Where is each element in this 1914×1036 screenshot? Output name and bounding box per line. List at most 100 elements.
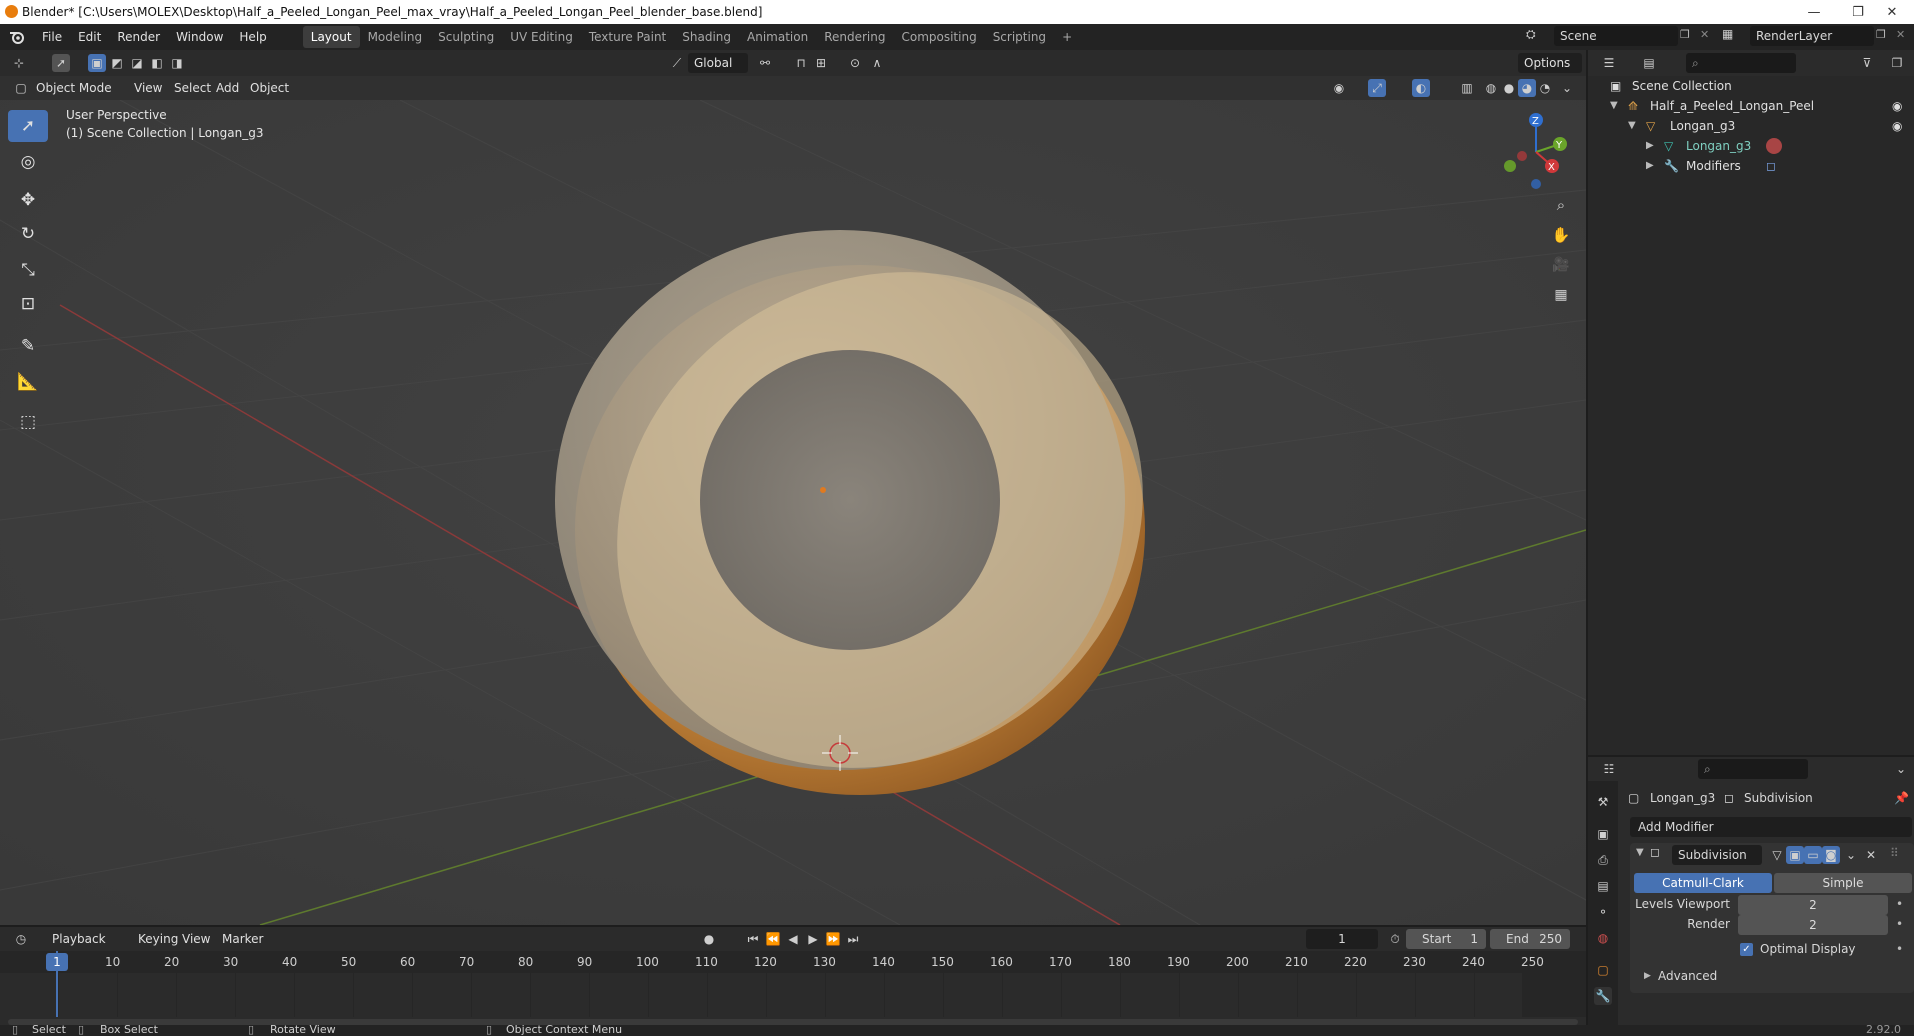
add-modifier-dropdown[interactable]: Add Modifier — [1630, 817, 1912, 837]
stopwatch-icon[interactable]: ⏱ — [1386, 930, 1404, 948]
filter-icon[interactable]: ⊽ — [1858, 54, 1876, 72]
expand-arrow-icon[interactable]: ▼ — [1610, 96, 1618, 116]
tab-shading[interactable]: Shading — [674, 26, 739, 48]
shading-wireframe-icon[interactable]: ◍ — [1482, 79, 1500, 97]
eye-icon[interactable]: ◉ — [1892, 116, 1902, 136]
pan-hand-icon[interactable]: ✋ — [1552, 226, 1571, 244]
close-window-button[interactable]: ✕ — [1870, 0, 1914, 24]
viewport-menu-object[interactable]: Object — [244, 78, 295, 98]
timeline-menu-marker[interactable]: Marker — [216, 929, 269, 949]
output-tab-icon[interactable]: ⎙ — [1594, 851, 1612, 869]
scene-new-icon[interactable]: ❐ — [1680, 28, 1690, 41]
options-dropdown[interactable]: Options — [1518, 53, 1582, 73]
advanced-subpanel-label[interactable]: Advanced — [1658, 969, 1717, 983]
render-layer-remove-icon[interactable]: ✕ — [1896, 28, 1905, 41]
snap-target-icon[interactable]: ⊞ — [812, 54, 830, 72]
tab-scripting[interactable]: Scripting — [985, 26, 1054, 48]
timeline-menu-view[interactable]: View — [176, 929, 216, 949]
tool-move[interactable]: ✥ — [8, 184, 48, 216]
select-mode-invert-icon[interactable]: ◧ — [148, 54, 166, 72]
advanced-expand-arrow-icon[interactable]: ▶ — [1644, 971, 1651, 981]
outliner-row-longan-mesh[interactable]: ▶ ▽ Longan_g3 — [1588, 136, 1914, 156]
timeline-menu-playback[interactable]: Playback — [46, 929, 112, 949]
minimize-button[interactable]: — — [1792, 0, 1836, 24]
shading-options-chevron-icon[interactable]: ⌄ — [1558, 79, 1576, 97]
scene-field[interactable]: Scene — [1554, 26, 1678, 46]
menu-help[interactable]: Help — [231, 26, 274, 48]
keyframe-dot-icon[interactable]: • — [1896, 897, 1903, 911]
outliner-search-input[interactable]: ⌕ — [1686, 53, 1796, 73]
edit-mode-toggle-icon[interactable]: ▽ — [1768, 846, 1786, 864]
tool-add-cube[interactable]: ⬚ — [8, 406, 48, 438]
tab-compositing[interactable]: Compositing — [893, 26, 984, 48]
tab-uv-editing[interactable]: UV Editing — [502, 26, 581, 48]
pivot-point-icon[interactable]: ⚯ — [756, 54, 774, 72]
outliner-row-peel-collection[interactable]: ▼ ⟰ Half_a_Peeled_Longan_Peel ◉ — [1588, 96, 1914, 116]
eye-icon[interactable]: ◉ — [1892, 96, 1902, 116]
properties-editor-icon[interactable]: ☷ — [1600, 760, 1618, 778]
outliner-row-scene-collection[interactable]: ▣ Scene Collection — [1588, 76, 1914, 96]
tool-measure[interactable]: 📐 — [8, 366, 48, 398]
tool-transform[interactable]: ⊡ — [8, 288, 48, 320]
tab-rendering[interactable]: Rendering — [816, 26, 893, 48]
scene-remove-icon[interactable]: ✕ — [1700, 28, 1709, 41]
ortho-grid-icon[interactable]: ▦ — [1552, 286, 1570, 304]
render-toggle-icon[interactable]: ◙ — [1822, 846, 1840, 864]
menu-render[interactable]: Render — [109, 26, 168, 48]
menu-edit[interactable]: Edit — [70, 26, 109, 48]
new-collection-icon[interactable]: ❐ — [1888, 54, 1906, 72]
blender-menu-icon[interactable] — [0, 30, 34, 44]
select-tool-icon[interactable]: ➚ — [52, 54, 70, 72]
tab-texture-paint[interactable]: Texture Paint — [581, 26, 674, 48]
object-tab-icon[interactable]: ▢ — [1594, 961, 1612, 979]
world-tab-icon[interactable]: ◍ — [1594, 929, 1612, 947]
proportional-falloff-icon[interactable]: ∧ — [868, 54, 886, 72]
overlay-toggle-icon[interactable]: ◐ — [1412, 79, 1430, 97]
add-workspace-button[interactable]: + — [1054, 26, 1080, 48]
modifier-expand-arrow-icon[interactable]: ▼ — [1636, 847, 1644, 858]
xray-toggle-icon[interactable]: ▥ — [1458, 79, 1476, 97]
scene-tab-icon[interactable]: ⚬ — [1594, 903, 1612, 921]
outliner-editor-icon[interactable]: ☰ — [1600, 54, 1618, 72]
timeline-area[interactable]: 1 10 20 30 40 50 60 70 80 90 100 110 120 130 140 150 16… — [0, 951, 1586, 1025]
3d-viewport[interactable]: User Perspective (1) Scene Collection | … — [0, 100, 1586, 925]
viewport-menu-add[interactable]: Add — [210, 78, 245, 98]
navigation-gizmo[interactable]: Z Y X — [1496, 112, 1576, 192]
play-reverse-icon[interactable]: ◀ — [784, 930, 802, 948]
cage-toggle-icon[interactable]: ▣ — [1786, 846, 1804, 864]
pin-icon[interactable]: 📌 — [1894, 791, 1909, 805]
properties-options-chevron-icon[interactable]: ⌄ — [1892, 760, 1910, 778]
select-mode-subtract-icon[interactable]: ◪ — [128, 54, 146, 72]
snap-toggle-icon[interactable]: ⊓ — [792, 54, 810, 72]
proportional-edit-icon[interactable]: ⊙ — [846, 54, 864, 72]
catmull-clark-button[interactable]: Catmull-Clark — [1634, 873, 1772, 893]
simple-button[interactable]: Simple — [1774, 873, 1912, 893]
render-tab-icon[interactable]: ▣ — [1594, 825, 1612, 843]
tool-scale[interactable]: ⤡ — [8, 254, 48, 286]
render-layer-field[interactable]: RenderLayer — [1750, 26, 1874, 46]
viewport-menu-view[interactable]: View — [128, 78, 168, 98]
optimal-display-checkbox[interactable]: ✓ — [1740, 943, 1753, 956]
properties-search-input[interactable]: ⌕ — [1698, 759, 1808, 779]
object-mode-dropdown[interactable]: Object Mode — [30, 78, 118, 98]
menu-file[interactable]: File — [34, 26, 70, 48]
render-levels-field[interactable]: 2 — [1738, 915, 1888, 935]
viewport-toggle-icon[interactable]: ▭ — [1804, 846, 1822, 864]
select-mode-extend-icon[interactable]: ◩ — [108, 54, 126, 72]
editor-type-icon[interactable]: ⊹ — [10, 54, 28, 72]
keyframe-dot-icon[interactable]: • — [1896, 917, 1903, 931]
drag-handle-icon[interactable]: ⠿ — [1890, 846, 1899, 860]
tab-animation[interactable]: Animation — [739, 26, 816, 48]
modifier-remove-icon[interactable]: ✕ — [1862, 846, 1880, 864]
jump-start-icon[interactable]: ⏮ — [744, 930, 762, 948]
outliner-row-modifiers[interactable]: ▶ 🔧 Modifiers ◻ — [1588, 156, 1914, 176]
collapse-arrow-icon[interactable]: ▶ — [1646, 156, 1654, 176]
levels-viewport-field[interactable]: 2 — [1738, 895, 1888, 915]
shading-solid-icon[interactable]: ● — [1500, 79, 1518, 97]
tab-layout[interactable]: Layout — [302, 26, 360, 48]
collapse-arrow-icon[interactable]: ▶ — [1646, 136, 1654, 156]
transform-orientation-dropdown[interactable]: Global — [688, 53, 748, 73]
menu-window[interactable]: Window — [168, 26, 231, 48]
select-mode-intersect-icon[interactable]: ◨ — [168, 54, 186, 72]
playhead-frame-label[interactable]: 1 — [46, 953, 68, 971]
